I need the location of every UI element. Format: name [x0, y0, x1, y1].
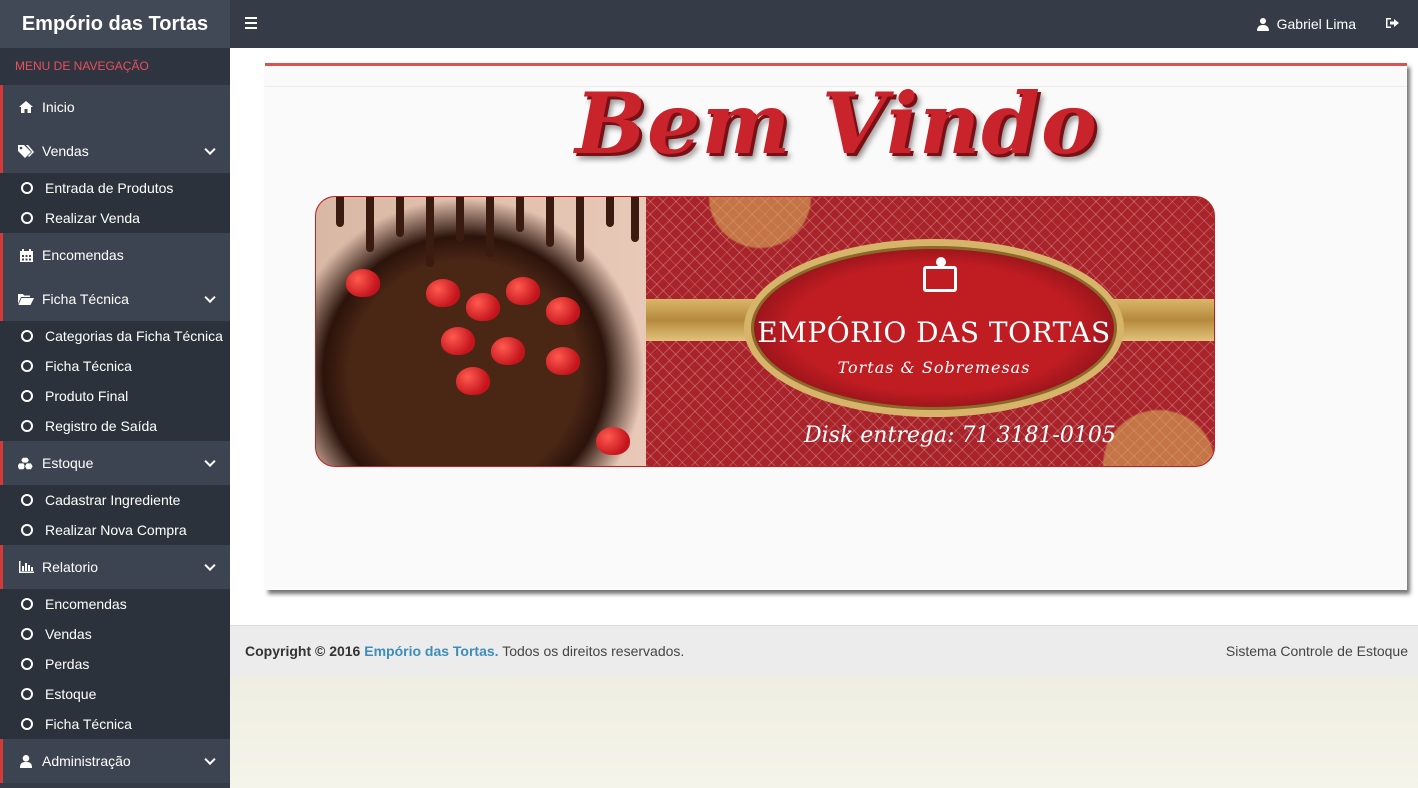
menu-toggle-icon[interactable] [245, 17, 257, 29]
cake-slice-icon [923, 257, 957, 292]
circle-icon [21, 182, 33, 194]
submenu-item-relatorio-perdas[interactable]: Perdas [0, 649, 230, 679]
footer-brand-link[interactable]: Empório das Tortas. [364, 643, 498, 659]
sidebar-item-encomendas[interactable]: Encomendas [0, 233, 230, 277]
submenu-item-realizar-nova-compra[interactable]: Realizar Nova Compra [0, 515, 230, 545]
footer-copyright: Copyright © 2016 Empório das Tortas. Tod… [245, 643, 684, 659]
sidebar-item-label: Ficha Técnica [42, 291, 129, 307]
submenu-vendas: Entrada de Produtos Realizar Venda [0, 173, 230, 233]
brand-emblem: EMPÓRIO DAS TORTAS Tortas & Sobremesas [744, 239, 1124, 417]
sidebar-item-inicio[interactable]: Inicio [0, 85, 230, 129]
submenu-item-cadastrar-ingrediente[interactable]: Cadastrar Ingrediente [0, 485, 230, 515]
bar-chart-icon [18, 560, 34, 574]
sidebar-item-label: Inicio [42, 99, 75, 115]
submenu-item-label: Perdas [45, 656, 90, 672]
submenu-item-label: Ficha Técnica [45, 358, 132, 374]
circle-icon [21, 420, 33, 432]
sidebar-item-vendas[interactable]: Vendas [0, 129, 230, 173]
submenu-item-label: Categorias da Ficha Técnica [45, 328, 223, 344]
submenu-item-registro-de-saida[interactable]: Registro de Saída [0, 411, 230, 441]
footer-rights: Todos os direitos reservados. [502, 642, 685, 659]
submenu-item-realizar-venda[interactable]: Realizar Venda [0, 203, 230, 233]
sidebar-item-administracao[interactable]: Administração [0, 739, 230, 783]
banner-phone: Disk entrega: 71 3181-0105 [804, 423, 1116, 448]
sidebar-item-label: Administração [42, 753, 131, 769]
main-content: Bem Vindo EMPÓRIO DAS TORTAS Tortas & So… [230, 48, 1418, 625]
app-logo[interactable]: Empório das Tortas [0, 0, 230, 48]
circle-icon [21, 628, 33, 640]
store-banner: EMPÓRIO DAS TORTAS Tortas & Sobremesas D… [315, 196, 1215, 467]
submenu-item-relatorio-vendas[interactable]: Vendas [0, 619, 230, 649]
user-name: Gabriel Lima [1276, 16, 1356, 32]
submenu-ficha-tecnica: Categorias da Ficha Técnica Ficha Técnic… [0, 321, 230, 441]
chevron-down-icon [204, 455, 216, 468]
circle-icon [21, 658, 33, 670]
cake-image [316, 197, 646, 466]
user-menu[interactable]: Gabriel Lima [1256, 0, 1356, 48]
circle-icon [21, 524, 33, 536]
chevron-down-icon [204, 143, 216, 156]
submenu-relatorio: Encomendas Vendas Perdas Estoque Ficha T… [0, 589, 230, 739]
user-icon [1256, 17, 1269, 31]
circle-icon [21, 598, 33, 610]
submenu-item-label: Realizar Nova Compra [45, 522, 187, 538]
welcome-box: Bem Vindo EMPÓRIO DAS TORTAS Tortas & So… [265, 63, 1407, 590]
sidebar-item-relatorio[interactable]: Relatorio [0, 545, 230, 589]
top-navbar: Gabriel Lima [230, 0, 1418, 48]
sidebar: Empório das Tortas MENU DE NAVEGAÇÃO Ini… [0, 0, 230, 788]
footer-system-name: Sistema Controle de Estoque [1225, 642, 1408, 659]
circle-icon [21, 718, 33, 730]
submenu-item-produto-final[interactable]: Produto Final [0, 381, 230, 411]
sign-out-icon[interactable] [1386, 16, 1400, 30]
submenu-item-label: Entrada de Produtos [45, 180, 174, 196]
submenu-item-relatorio-ficha-tecnica[interactable]: Ficha Técnica [0, 709, 230, 739]
submenu-item-label: Estoque [45, 686, 97, 702]
submenu-item-label: Realizar Venda [45, 210, 140, 226]
page-background [230, 675, 1418, 788]
footer: Copyright © 2016 Empório das Tortas. Tod… [230, 625, 1418, 675]
copyright-text: Copyright © 2016 [245, 642, 361, 659]
banner-subtitle: Tortas & Sobremesas [837, 358, 1031, 377]
welcome-heading: Bem Vindo [575, 74, 1099, 173]
circle-icon [21, 390, 33, 402]
menu-header: MENU DE NAVEGAÇÃO [0, 48, 230, 85]
submenu-item-label: Produto Final [45, 388, 129, 404]
submenu-item-label: Registro de Saída [45, 418, 158, 434]
home-icon [18, 100, 34, 114]
circle-icon [21, 212, 33, 224]
sidebar-item-label: Estoque [42, 455, 94, 471]
chevron-down-icon [204, 753, 216, 766]
sidebar-item-ficha-tecnica[interactable]: Ficha Técnica [0, 277, 230, 321]
user-icon [18, 754, 34, 768]
circle-icon [21, 688, 33, 700]
folder-open-icon [18, 292, 34, 306]
chevron-down-icon [204, 291, 216, 304]
submenu-estoque: Cadastrar Ingrediente Realizar Nova Comp… [0, 485, 230, 545]
calendar-icon [18, 248, 34, 262]
circle-icon [21, 360, 33, 372]
submenu-item-categorias[interactable]: Categorias da Ficha Técnica [0, 321, 230, 351]
submenu-item-relatorio-encomendas[interactable]: Encomendas [0, 589, 230, 619]
chevron-down-icon [204, 559, 216, 572]
submenu-item-label: Cadastrar Ingrediente [45, 492, 181, 508]
tags-icon [18, 144, 34, 158]
circle-icon [21, 494, 33, 506]
circle-icon [21, 330, 33, 342]
sidebar-item-label: Relatorio [42, 559, 99, 575]
cubes-icon [18, 456, 34, 470]
sidebar-item-label: Encomendas [42, 247, 124, 263]
submenu-item-label: Encomendas [45, 596, 127, 612]
submenu-item-relatorio-estoque[interactable]: Estoque [0, 679, 230, 709]
banner-brand: EMPÓRIO DAS TORTAS [757, 316, 1111, 349]
submenu-item-ficha-tecnica[interactable]: Ficha Técnica [0, 351, 230, 381]
submenu-item-entrada-de-produtos[interactable]: Entrada de Produtos [0, 173, 230, 203]
sidebar-item-estoque[interactable]: Estoque [0, 441, 230, 485]
submenu-item-label: Ficha Técnica [45, 716, 132, 732]
submenu-item-label: Vendas [45, 626, 92, 642]
sidebar-item-label: Vendas [42, 143, 89, 159]
